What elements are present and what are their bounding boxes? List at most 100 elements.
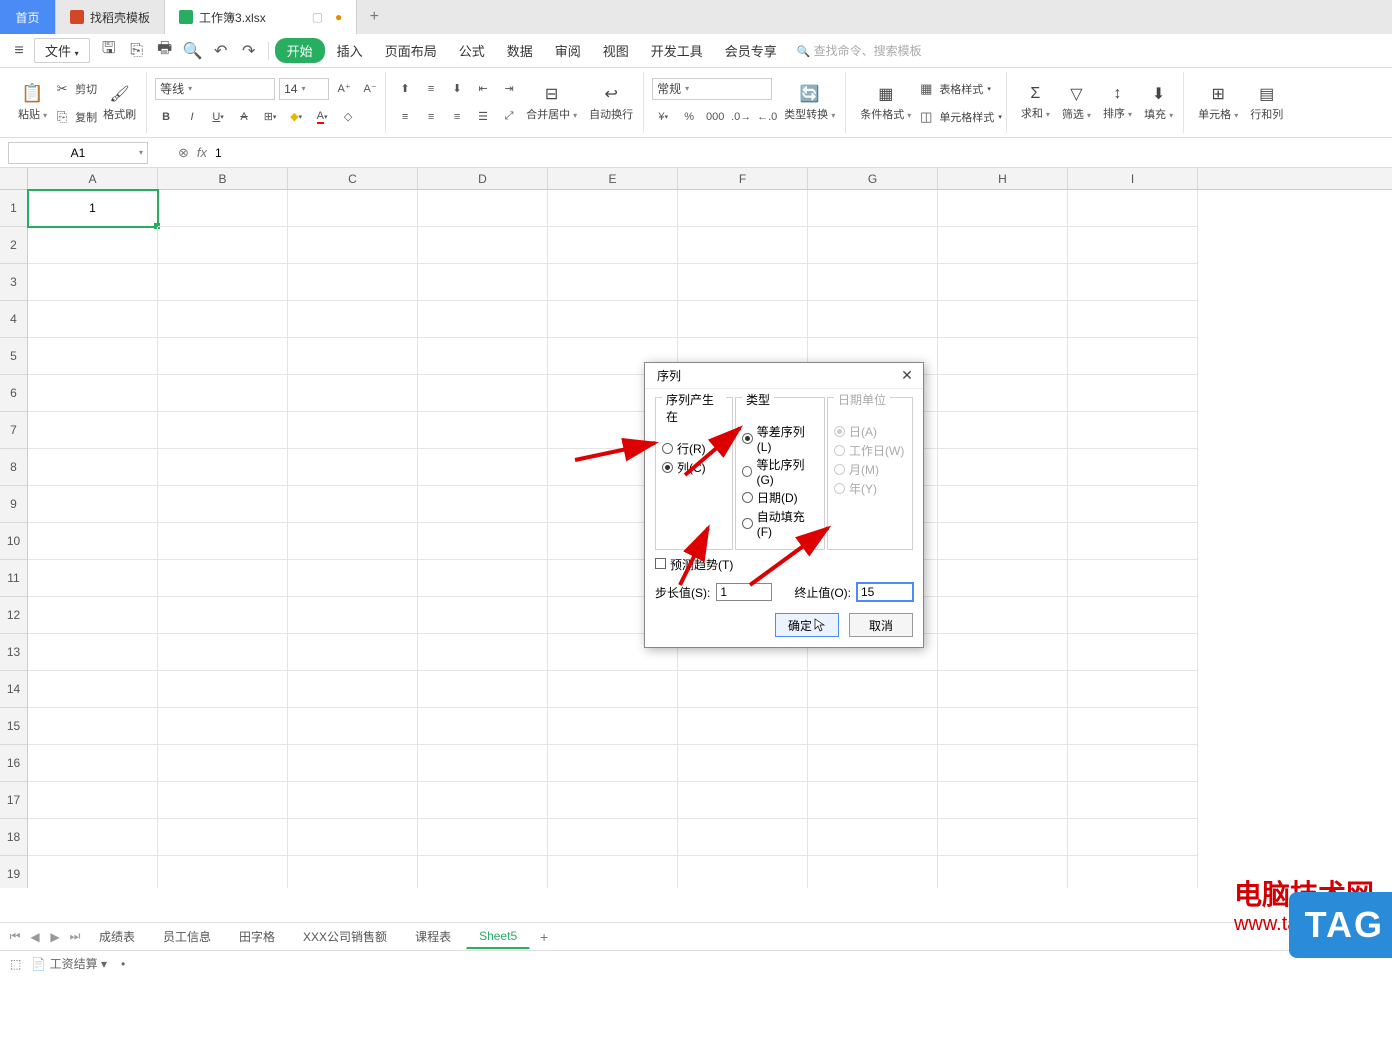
cell[interactable] (548, 190, 678, 227)
save-icon[interactable]: 🖫 (96, 38, 122, 64)
cell[interactable] (158, 634, 288, 671)
cell[interactable] (288, 486, 418, 523)
cell[interactable] (28, 264, 158, 301)
cell[interactable] (938, 560, 1068, 597)
cell[interactable] (158, 597, 288, 634)
cell[interactable] (808, 301, 938, 338)
cell[interactable] (28, 412, 158, 449)
cell[interactable] (418, 375, 548, 412)
strike-icon[interactable]: A (233, 106, 255, 128)
cell[interactable] (548, 301, 678, 338)
name-box[interactable]: A1▾ (8, 142, 148, 164)
format-painter-button[interactable]: 🖌 格式刷 (97, 82, 142, 124)
col-header[interactable]: A (28, 168, 158, 189)
fill-button[interactable]: ⬇填充 ▾ (1138, 82, 1179, 124)
align-top-icon[interactable]: ⬆ (394, 78, 416, 100)
currency-icon[interactable]: ¥▾ (652, 106, 674, 128)
cell[interactable] (548, 227, 678, 264)
col-header[interactable]: B (158, 168, 288, 189)
cell[interactable] (1068, 486, 1198, 523)
cell[interactable] (1068, 301, 1198, 338)
cell[interactable]: 1 (28, 190, 158, 227)
cell[interactable] (288, 412, 418, 449)
cell[interactable] (28, 671, 158, 708)
cell[interactable] (28, 745, 158, 782)
col-header[interactable]: I (1068, 168, 1198, 189)
cell[interactable] (1068, 190, 1198, 227)
align-middle-icon[interactable]: ≡ (420, 78, 442, 100)
cell[interactable] (938, 708, 1068, 745)
row-header[interactable]: 13 (0, 634, 28, 671)
dec-inc-icon[interactable]: .0→ (730, 106, 752, 128)
row-header[interactable]: 6 (0, 375, 28, 412)
cell[interactable] (938, 449, 1068, 486)
close-icon[interactable]: ✕ (897, 367, 917, 384)
cell[interactable] (938, 634, 1068, 671)
radio-arithmetic[interactable]: 等差序列(L) (742, 423, 818, 454)
align-right-icon[interactable]: ≡ (446, 106, 468, 128)
cell[interactable] (288, 190, 418, 227)
cell-style-button[interactable]: ◫单元格样式 ▾ (917, 104, 1002, 130)
font-color-icon[interactable]: A▾ (311, 106, 333, 128)
cell[interactable] (418, 338, 548, 375)
cell[interactable] (938, 338, 1068, 375)
cell[interactable] (28, 375, 158, 412)
cell[interactable] (808, 745, 938, 782)
cell[interactable] (288, 708, 418, 745)
menu-file[interactable]: 文件 ▾ (34, 38, 90, 63)
row-header[interactable]: 1 (0, 190, 28, 227)
cell[interactable] (158, 782, 288, 819)
cell[interactable] (1068, 375, 1198, 412)
cell[interactable] (418, 597, 548, 634)
cell[interactable] (1068, 708, 1198, 745)
cell[interactable] (288, 745, 418, 782)
increase-font-icon[interactable]: A⁺ (333, 78, 355, 100)
cell[interactable] (808, 819, 938, 856)
align-left-icon[interactable]: ≡ (394, 106, 416, 128)
cell[interactable] (288, 338, 418, 375)
row-header[interactable]: 2 (0, 227, 28, 264)
sheet-nav-prev[interactable]: ◀ (26, 930, 44, 944)
font-size-combo[interactable]: 14▾ (279, 78, 329, 100)
font-name-combo[interactable]: 等线▾ (155, 78, 275, 100)
cell[interactable] (548, 856, 678, 888)
cell[interactable] (1068, 523, 1198, 560)
add-sheet-button[interactable]: + (532, 929, 556, 945)
cell[interactable] (938, 745, 1068, 782)
sheet-nav-first[interactable]: ⏮ (6, 929, 24, 944)
cell[interactable] (938, 375, 1068, 412)
menu-dev[interactable]: 开发工具 (641, 41, 713, 60)
cell[interactable] (938, 412, 1068, 449)
cell[interactable] (1068, 671, 1198, 708)
col-header[interactable]: E (548, 168, 678, 189)
cell[interactable] (678, 301, 808, 338)
cell[interactable] (158, 856, 288, 888)
menu-member[interactable]: 会员专享 (715, 41, 787, 60)
cell[interactable] (1068, 449, 1198, 486)
radio-row-option[interactable]: 行(R) (662, 440, 726, 457)
sum-button[interactable]: Σ求和 ▾ (1015, 83, 1056, 123)
indent-dec-icon[interactable]: ⇤ (472, 78, 494, 100)
command-search[interactable]: 查找命令、搜索模板 (797, 42, 922, 59)
cell[interactable] (28, 634, 158, 671)
dec-dec-icon[interactable]: ←.0 (756, 106, 778, 128)
cell[interactable] (28, 560, 158, 597)
cell[interactable] (28, 486, 158, 523)
menu-insert[interactable]: 插入 (327, 41, 373, 60)
cell[interactable] (418, 671, 548, 708)
cell[interactable] (1068, 412, 1198, 449)
redo-icon[interactable]: ↷ (236, 38, 262, 64)
cell[interactable] (288, 856, 418, 888)
cell[interactable] (158, 708, 288, 745)
copy-button[interactable]: ⎘复制 (53, 104, 97, 130)
ok-button[interactable]: 确定 (775, 613, 839, 637)
cell[interactable] (938, 301, 1068, 338)
cell[interactable] (158, 486, 288, 523)
cell[interactable] (158, 560, 288, 597)
row-header[interactable]: 12 (0, 597, 28, 634)
predict-trend-checkbox[interactable]: 预测趋势(T) (655, 556, 913, 573)
fill-color-icon[interactable]: ◆▾ (285, 106, 307, 128)
save-as-icon[interactable]: ⎘ (124, 38, 150, 64)
col-header[interactable]: G (808, 168, 938, 189)
cell[interactable] (418, 634, 548, 671)
